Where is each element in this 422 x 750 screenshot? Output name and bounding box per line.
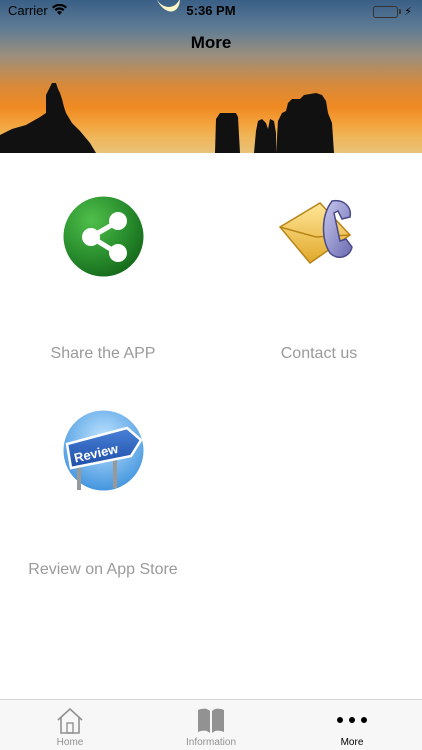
review-sign-icon: Review: [63, 410, 144, 491]
status-bar: Carrier 5:36 PM ⚡: [0, 0, 422, 22]
charging-bolt-icon: ⚡: [404, 6, 412, 18]
tab-home[interactable]: Home: [0, 700, 140, 750]
review-app-store-tile[interactable]: Review Review on App Store: [0, 373, 211, 593]
page-title: More: [190, 33, 232, 52]
tab-more-label: More: [340, 737, 364, 748]
review-app-store-label: Review on App Store: [28, 561, 178, 578]
more-dots-icon: [337, 717, 367, 723]
share-app-label: Share the APP: [50, 345, 156, 362]
tab-bar: Home Information More: [0, 699, 422, 750]
contact-us-label: Contact us: [280, 345, 358, 362]
share-app-tile[interactable]: Share the APP: [0, 153, 211, 373]
status-time: 5:36 PM: [186, 3, 236, 18]
tab-information-label: Information: [185, 737, 237, 748]
battery-icon: ⚡: [373, 5, 412, 18]
contact-us-tile[interactable]: Contact us: [211, 153, 422, 373]
header-banner: Carrier 5:36 PM ⚡ More: [0, 0, 422, 153]
book-icon: [198, 708, 224, 733]
tab-home-label: Home: [56, 737, 84, 748]
share-icon: [63, 196, 144, 277]
tab-information[interactable]: Information: [141, 700, 281, 750]
home-icon: [57, 707, 83, 734]
desert-silhouette: [0, 83, 334, 153]
tab-more[interactable]: More: [282, 700, 422, 750]
envelope-phone-icon: [278, 199, 353, 265]
